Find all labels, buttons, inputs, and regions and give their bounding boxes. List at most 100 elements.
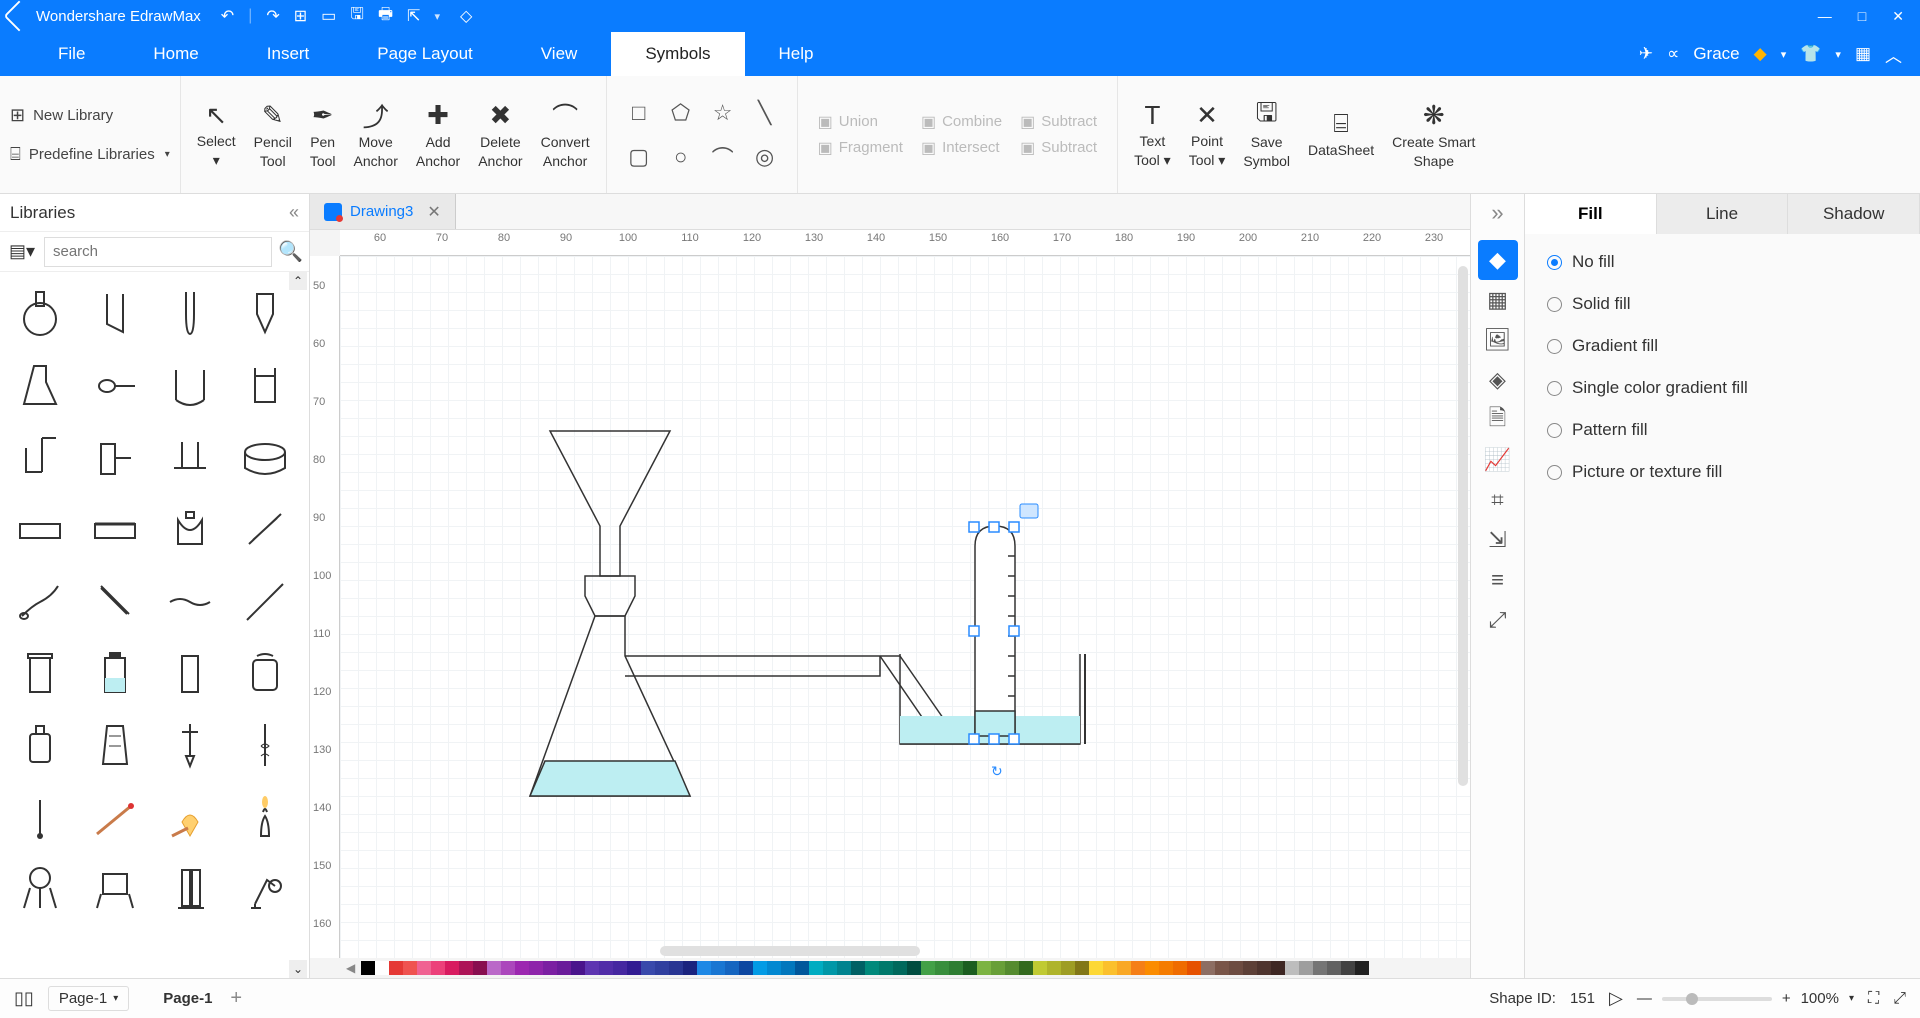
color-swatch[interactable] [879,961,893,975]
color-swatch[interactable] [1131,961,1145,975]
color-swatch[interactable] [1271,961,1285,975]
color-swatch[interactable] [1047,961,1061,975]
tool-convert[interactable]: ⌒ ConvertAnchor [533,96,598,173]
library-shape[interactable] [81,424,148,488]
color-swatch[interactable] [1145,961,1159,975]
color-swatch[interactable] [1285,961,1299,975]
scroll-up-icon[interactable]: ⌃ [289,272,307,290]
color-swatch[interactable] [795,961,809,975]
color-swatch[interactable] [1299,961,1313,975]
prop-tab-line[interactable]: Line [1657,194,1789,234]
library-shape[interactable] [157,640,224,704]
color-swatch[interactable] [697,961,711,975]
fill-option-0[interactable]: No fill [1547,252,1898,272]
color-swatch[interactable] [599,961,613,975]
color-swatch[interactable] [1229,961,1243,975]
library-shape[interactable] [157,784,224,848]
library-shape[interactable] [232,496,299,560]
color-swatch[interactable] [963,961,977,975]
color-swatch[interactable] [1089,961,1103,975]
share-icon[interactable]: ∝ [1667,44,1679,64]
color-swatch[interactable] [1005,961,1019,975]
sidestrip-tool-5[interactable]: 📈 [1478,440,1518,480]
color-swatch[interactable] [767,961,781,975]
color-swatch[interactable] [1201,961,1215,975]
color-swatch[interactable] [893,961,907,975]
color-swatch[interactable] [389,961,403,975]
color-swatch[interactable] [515,961,529,975]
shape-button[interactable]: ⌒ [709,143,737,171]
menu-insert[interactable]: Insert [233,32,344,76]
library-shape[interactable] [157,280,224,344]
library-shape[interactable] [81,568,148,632]
library-shape[interactable] [81,640,148,704]
color-swatch[interactable] [1159,961,1173,975]
library-shape[interactable] [232,784,299,848]
color-swatch[interactable] [669,961,683,975]
library-scroll[interactable]: ⌃ ⌄ [0,272,309,978]
menu-view[interactable]: View [507,32,612,76]
vertical-ruler[interactable]: 5060708090100110120130140150160 [310,256,340,958]
current-page-label[interactable]: Page-1 [163,990,212,1007]
library-shape[interactable] [157,352,224,416]
color-swatch[interactable] [501,961,515,975]
scroll-down-icon[interactable]: ⌄ [289,960,307,978]
canvas-scrollbar-horizontal[interactable] [660,946,920,956]
page-selector-dropdown[interactable]: Page-1▾ [48,986,129,1011]
page-layout-icon[interactable]: ▯▯ [14,988,34,1009]
fullscreen-icon[interactable]: ⤢ [1893,990,1906,1008]
close-tab-icon[interactable]: ✕ [427,202,440,222]
color-swatch[interactable] [585,961,599,975]
library-shape[interactable] [6,280,73,344]
sidestrip-tool-0[interactable]: ◆ [1478,240,1518,280]
library-shape[interactable] [81,856,148,920]
color-swatch[interactable] [865,961,879,975]
color-swatch[interactable] [487,961,501,975]
color-swatch[interactable] [375,961,389,975]
menu-file[interactable]: File [24,32,119,76]
sidestrip-tool-3[interactable]: ◈ [1478,360,1518,400]
sidestrip-tool-4[interactable]: 🗎 [1478,400,1518,440]
color-swatch[interactable] [361,961,375,975]
document-tab[interactable]: Drawing3 ✕ [310,194,456,229]
library-shape[interactable] [6,856,73,920]
shape-button[interactable]: ◎ [751,143,779,171]
shape-button[interactable]: ▢ [625,143,653,171]
print-icon[interactable]: 🖶 [378,3,393,30]
color-swatch[interactable] [655,961,669,975]
shape-button[interactable]: ╲ [751,99,779,127]
library-shape[interactable] [157,856,224,920]
zoom-value[interactable]: 100% [1801,990,1839,1007]
color-swatch[interactable] [1187,961,1201,975]
fill-option-2[interactable]: Gradient fill [1547,336,1898,356]
color-swatch[interactable] [473,961,487,975]
save-icon[interactable]: 🖫 [350,3,364,30]
shape-button[interactable]: ○ [667,143,695,171]
color-swatch[interactable] [403,961,417,975]
color-swatch[interactable] [1117,961,1131,975]
color-swatch[interactable] [809,961,823,975]
send-icon[interactable]: ✈ [1639,44,1653,64]
library-shape[interactable] [232,352,299,416]
horizontal-ruler[interactable]: 6070809010011012013014015016017018019020… [340,230,1470,256]
sidestrip-tool-6[interactable]: ⌗ [1478,480,1518,520]
shape-button[interactable]: □ [625,99,653,127]
color-swatch[interactable] [823,961,837,975]
shape-button[interactable]: ⬠ [667,99,695,127]
zoom-slider[interactable] [1662,997,1772,1001]
close-button[interactable]: ✕ [1892,8,1904,25]
color-swatch[interactable] [1327,961,1341,975]
library-shape[interactable] [6,352,73,416]
color-swatch[interactable] [1019,961,1033,975]
color-swatch[interactable] [837,961,851,975]
library-shape[interactable] [81,784,148,848]
color-swatch[interactable] [921,961,935,975]
color-swatch[interactable] [543,961,557,975]
fit-page-icon[interactable]: ⛶ [1868,990,1879,1008]
predefine-libraries-button[interactable]: ⌸Predefine Libraries▾ [8,140,172,169]
sidestrip-tool-2[interactable]: 🖼 [1478,320,1518,360]
library-search-input[interactable] [44,237,272,267]
sidestrip-tool-8[interactable]: ≡ [1478,560,1518,600]
library-shape[interactable] [81,352,148,416]
canvas-scrollbar-vertical[interactable] [1458,266,1468,786]
